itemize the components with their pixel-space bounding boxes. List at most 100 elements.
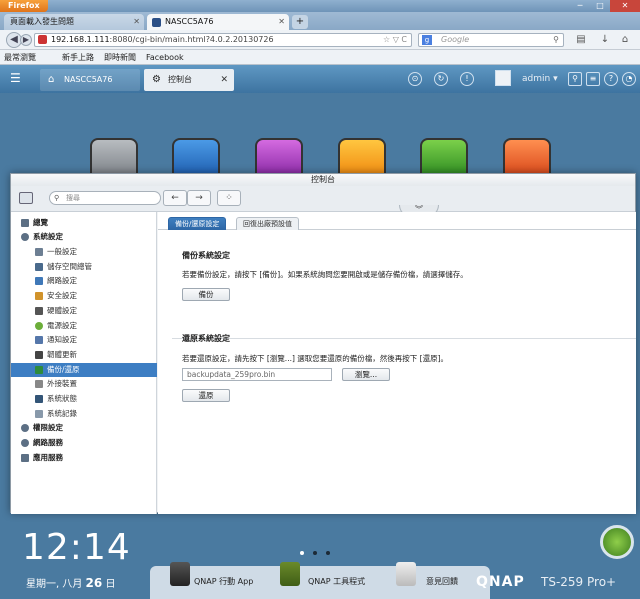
sidebar-item-label: 總覽	[33, 218, 48, 227]
photo-station-app-icon[interactable]	[172, 138, 220, 176]
tab-backup-restore[interactable]: 備份/還原設定	[168, 217, 227, 230]
sidebar-item-system-logs[interactable]: 系統記錄	[11, 407, 157, 421]
browser-tab-nas[interactable]: NASCC5A76 ✕	[147, 14, 289, 30]
dock-utility[interactable]: QNAP 工具程式	[308, 576, 365, 587]
maximize-icon[interactable]: □	[590, 0, 610, 12]
event-notification-icon[interactable]: !	[460, 72, 474, 86]
control-panel-app-icon[interactable]	[90, 138, 138, 176]
feedback-icon	[396, 562, 416, 586]
sidebar-item-general[interactable]: 一般設定	[11, 245, 157, 259]
page-dot-active[interactable]	[313, 551, 317, 555]
page-dot[interactable]	[300, 551, 304, 555]
restore-button[interactable]: 還原	[182, 389, 230, 402]
tab-factory-reset[interactable]: 回復出廠預設值	[236, 217, 299, 230]
sidebar-item-label: 通知設定	[47, 335, 77, 345]
qnap-favicon-icon	[152, 18, 161, 27]
forward-button[interactable]: →	[187, 190, 211, 206]
dock-feedback[interactable]: 意見回饋	[426, 576, 458, 587]
background-task-icon[interactable]: ⊙	[408, 72, 422, 86]
music-station-app-icon[interactable]	[255, 138, 303, 176]
main-menu-icon[interactable]: ☰	[10, 72, 24, 84]
sidebar-item-firmware[interactable]: 韌體更新	[11, 348, 157, 362]
browser-titlebar: Firefox ─ □ ✕	[0, 0, 640, 12]
tab-close-icon[interactable]: ✕	[220, 69, 228, 91]
browser-tab-error[interactable]: 頁面載入發生問題 ✕	[4, 14, 144, 30]
minimize-icon[interactable]: ─	[570, 0, 590, 12]
sidebar-item-privilege[interactable]: 權限設定	[11, 421, 157, 435]
search-icon[interactable]: ⚲	[568, 72, 582, 86]
sidebar-item-system-status[interactable]: 系統狀態	[11, 392, 157, 406]
download-station-app-icon[interactable]	[420, 138, 468, 176]
home-icon[interactable]: ⌂	[618, 33, 632, 47]
sidebar-item-label: 一般設定	[47, 247, 77, 256]
sidebar-item-storage[interactable]: 儲存空間總管	[11, 260, 157, 274]
gear-icon	[21, 233, 29, 241]
sidebar-toggle-icon[interactable]	[19, 192, 33, 204]
download-icon[interactable]: ↓	[598, 33, 612, 47]
backup-button[interactable]: 備份	[182, 288, 230, 301]
control-search-placeholder: 搜尋	[66, 194, 80, 202]
bookmark-most-visited[interactable]: 最常瀏覽	[4, 50, 36, 65]
sidebar-item-label: 網路設定	[47, 276, 77, 286]
backup-section-title: 備份系統設定	[182, 251, 230, 260]
date-day: 26	[85, 576, 103, 590]
sidebar-item-network[interactable]: 網路設定	[11, 274, 157, 288]
tab-close-icon[interactable]: ✕	[278, 14, 285, 30]
search-input[interactable]: g Google ⚲	[418, 33, 564, 47]
sidebar-item-overview[interactable]: 總覽	[11, 216, 157, 230]
sidebar-item-external-device[interactable]: 外接裝置	[11, 377, 157, 391]
control-panel-window: 控制台 ⚲ 搜尋 ← → ⁘ ︾ 總覽 系統設定 一般設定 儲存空間總管 網路設…	[10, 173, 636, 514]
sidebar-item-hardware[interactable]: 硬體設定	[11, 304, 157, 318]
monitor-icon	[35, 395, 43, 403]
browser-navbar: ◀ ▶ 192.168.1.111:8080/cgi-bin/main.html…	[0, 30, 640, 50]
forward-button[interactable]: ▶	[20, 34, 32, 46]
window-controls: ─ □ ✕	[570, 0, 640, 12]
tab-control-panel[interactable]: ⚙ 控制台 ✕	[144, 69, 234, 91]
sidebar-item-security[interactable]: 安全設定	[11, 289, 157, 303]
sidebar-item-network-services[interactable]: 網路服務	[11, 436, 157, 450]
firefox-menu-button[interactable]: Firefox	[0, 0, 48, 12]
bookmark-star-icon[interactable]: ☆ ▽ C	[383, 34, 407, 46]
url-bar[interactable]: 192.168.1.111:8080/cgi-bin/main.html?4.0…	[34, 33, 412, 47]
dashboard-icon[interactable]: ◔	[622, 72, 636, 86]
overview-icon	[21, 219, 29, 227]
dock-mobile-app[interactable]: QNAP 行動 App	[194, 576, 253, 587]
options-icon[interactable]: ≡	[586, 72, 600, 86]
back-button[interactable]: ←	[163, 190, 187, 206]
backup-file-field[interactable]: backupdata_259pro.bin	[182, 368, 332, 381]
qnap-logo: QNAP	[476, 574, 525, 590]
sidebar-item-label: 備份/還原	[47, 364, 80, 374]
sidebar-item-applications[interactable]: 應用服務	[11, 451, 157, 465]
avatar[interactable]	[495, 70, 511, 86]
bookmarks-bar: 最常瀏覽 新手上路 即時新聞 Facebook	[0, 50, 640, 65]
file-station-app-icon[interactable]	[503, 138, 551, 176]
sidebar-item-backup-restore[interactable]: 備份/還原	[11, 362, 157, 377]
external-device-icon[interactable]: ↻	[434, 72, 448, 86]
control-search-input[interactable]: ⚲ 搜尋	[49, 191, 161, 205]
page-dot[interactable]	[326, 551, 330, 555]
bookmarks-menu-icon[interactable]: ▤	[574, 33, 588, 47]
tab-close-icon[interactable]: ✕	[133, 14, 140, 30]
network-icon	[35, 277, 43, 286]
user-menu[interactable]: admin ▾	[522, 65, 558, 93]
new-tab-button[interactable]: +	[292, 15, 308, 29]
help-icon[interactable]: ?	[604, 72, 618, 86]
date-prefix: 星期一, 八月	[26, 579, 83, 590]
browser-tabbar: 頁面載入發生問題 ✕ NASCC5A76 ✕ +	[0, 12, 640, 30]
grid-view-icon[interactable]: ⁘	[217, 190, 241, 206]
sidebar-item-label: 系統記錄	[47, 408, 77, 418]
bookmark-getting-started[interactable]: 新手上路	[62, 50, 94, 65]
resource-monitor-gauge-icon[interactable]	[600, 525, 634, 559]
bookmark-facebook[interactable]: Facebook	[146, 50, 184, 65]
sidebar-item-power[interactable]: 電源設定	[11, 319, 157, 333]
sidebar-item-notification[interactable]: 通知設定	[11, 333, 157, 347]
search-magnifier-icon[interactable]: ⚲	[553, 34, 559, 46]
browse-button[interactable]: 瀏覽...	[342, 368, 390, 381]
tab-label: NASCC5A76	[165, 17, 214, 26]
bookmark-news[interactable]: 即時新聞	[104, 50, 136, 65]
sidebar-item-system-settings[interactable]: 系統設定	[11, 230, 157, 244]
video-station-app-icon[interactable]	[338, 138, 386, 176]
user-icon	[21, 424, 29, 433]
close-icon[interactable]: ✕	[610, 0, 640, 12]
tab-home[interactable]: ⌂ NASCC5A76	[40, 69, 140, 91]
